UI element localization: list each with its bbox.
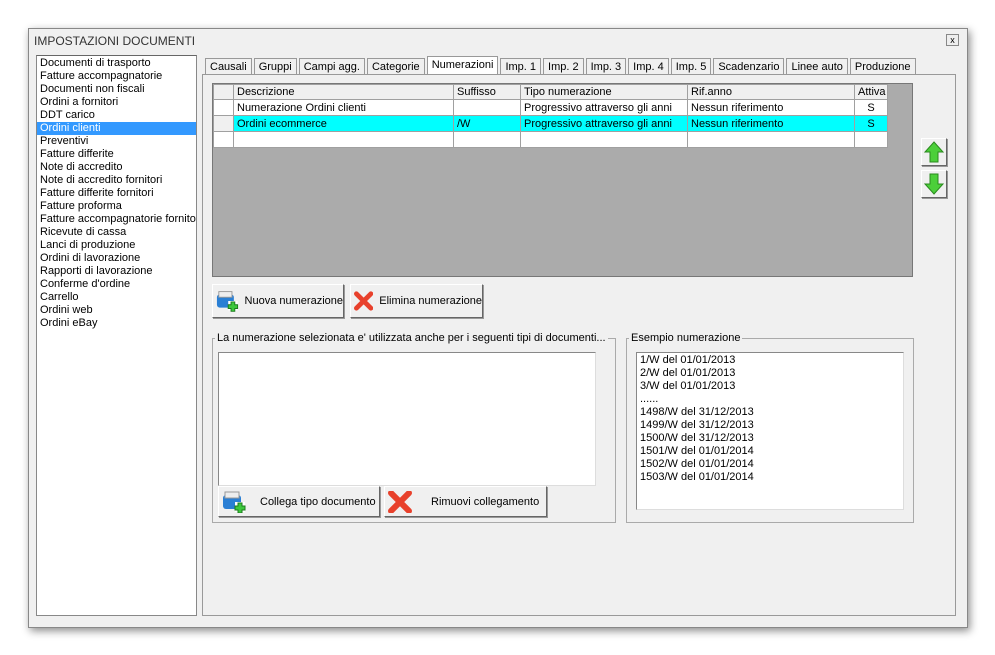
add-document-icon [216,291,239,312]
link-document-type-label: Collega tipo documento [260,495,376,508]
document-type-item[interactable]: Documenti di trasporto [37,57,196,70]
delete-numbering-label: Elimina numerazione [379,295,482,307]
document-type-item[interactable]: Ordini eBay [37,317,196,330]
arrow-down-icon [924,173,944,195]
document-type-item[interactable]: Conferme d'ordine [37,278,196,291]
column-header-rif-anno[interactable]: Rif.anno [687,84,855,100]
row-header-corner [213,84,234,100]
table-row[interactable]: Ordini ecommerce/W Progressivo attraverso… [213,115,888,132]
document-type-item[interactable]: Preventivi [37,135,196,148]
document-type-item[interactable]: Fatture differite [37,148,196,161]
table-row[interactable] [213,131,888,148]
example-line: 3/W del 01/01/2013 [640,380,736,392]
example-line: 1502/W del 01/01/2014 [640,458,754,470]
numbering-grid[interactable]: Descrizione Suffisso Tipo numerazione Rif.a… [212,83,913,277]
row-selector[interactable] [213,115,234,132]
arrow-up-icon [924,141,944,163]
close-button[interactable]: x [946,34,959,46]
column-header-descrizione[interactable]: Descrizione [233,84,454,100]
add-document-icon [223,491,246,513]
document-type-item[interactable]: Ordini di lavorazione [37,252,196,265]
remove-link-label: Rimuovi collegamento [431,495,540,508]
grid-cell[interactable] [453,99,521,116]
move-down-button[interactable] [921,170,947,198]
link-document-type-button[interactable]: Collega tipo documento [218,486,380,517]
document-type-list[interactable]: Documenti di trasporto Fatture accompagna… [36,55,197,616]
table-row[interactable]: Numerazione Ordini clienti Progressivo at… [213,99,888,116]
column-header-tipo-numerazione[interactable]: Tipo numerazione [520,84,688,100]
red-x-icon [354,291,374,311]
numbering-example-list[interactable]: 1/W del 01/01/2013 2/W del 01/01/2013 3/W … [636,352,904,510]
window-title: IMPOSTAZIONI DOCUMENTI [34,34,196,48]
remove-link-button[interactable]: Rimuovi collegamento [384,486,547,517]
document-type-item[interactable]: Documenti non fiscali [37,83,196,96]
example-line: 1/W del 01/01/2013 [640,354,736,366]
document-type-item[interactable]: Ordini clienti [37,122,196,135]
grid-header-row: Descrizione Suffisso Tipo numerazione Rif.a… [213,84,888,100]
grid-cell[interactable]: Progressivo attraverso gli anni [520,99,688,116]
grid-cell[interactable] [233,131,454,148]
grid-cell[interactable] [854,131,888,148]
document-type-item[interactable]: Rapporti di lavorazione [37,265,196,278]
tab-numerazioni[interactable]: Numerazioni [426,56,499,75]
document-type-item[interactable]: Fatture accompagnatorie [37,70,196,83]
grid-cell[interactable]: /W [453,115,521,132]
grid-cell[interactable]: Ordini ecommerce [233,115,454,132]
grid-cell[interactable]: Numerazione Ordini clienti [233,99,454,116]
document-type-item[interactable]: Ordini web [37,304,196,317]
document-type-item[interactable]: Lanci di produzione [37,239,196,252]
numbering-table: Descrizione Suffisso Tipo numerazione Rif.a… [213,84,888,148]
new-numbering-label: Nuova numerazione [244,295,343,307]
column-header-attiva[interactable]: Attiva [854,84,888,100]
linked-documents-list[interactable] [218,352,596,486]
grid-cell[interactable] [520,131,688,148]
document-type-item[interactable]: Fatture proforma [37,200,196,213]
document-type-item[interactable]: Fatture accompagnatorie fornitori [37,213,196,226]
example-line: ...... [640,393,659,405]
grid-cell[interactable]: Progressivo attraverso gli anni [520,115,688,132]
document-type-item[interactable]: Carrello [37,291,196,304]
grid-cell[interactable]: Nessun riferimento [687,115,855,132]
grid-cell[interactable]: Nessun riferimento [687,99,855,116]
linked-documents-legend: La numerazione selezionata e' utilizzata… [217,332,606,344]
example-line: 1503/W del 01/01/2014 [640,471,754,483]
tab-bar: Causali Gruppi Campi agg. Categorie Numerazi… [205,56,918,76]
row-selector[interactable] [213,131,234,148]
grid-cell[interactable] [687,131,855,148]
red-x-icon [388,490,412,513]
column-header-suffisso[interactable]: Suffisso [453,84,521,100]
document-type-item[interactable]: Ricevute di cassa [37,226,196,239]
example-line: 2/W del 01/01/2013 [640,367,736,379]
delete-numbering-button[interactable]: Elimina numerazione [350,284,483,318]
document-type-item[interactable]: Fatture differite fornitori [37,187,196,200]
document-type-item[interactable]: Ordini a fornitori [37,96,196,109]
numbering-example-legend: Esempio numerazione [631,332,741,344]
example-line: 1501/W del 01/01/2014 [640,445,754,457]
row-selector[interactable] [213,99,234,116]
document-type-item[interactable]: Note di accredito [37,161,196,174]
example-line: 1500/W del 31/12/2013 [640,432,754,444]
grid-cell[interactable]: S [854,99,888,116]
new-numbering-button[interactable]: Nuova numerazione [212,284,344,318]
move-up-button[interactable] [921,138,947,166]
document-type-item[interactable]: Note di accredito fornitori [37,174,196,187]
grid-cell[interactable]: S [854,115,888,132]
grid-cell[interactable] [453,131,521,148]
document-type-item[interactable]: DDT carico [37,109,196,122]
example-line: 1498/W del 31/12/2013 [640,406,754,418]
example-line: 1499/W del 31/12/2013 [640,419,754,431]
